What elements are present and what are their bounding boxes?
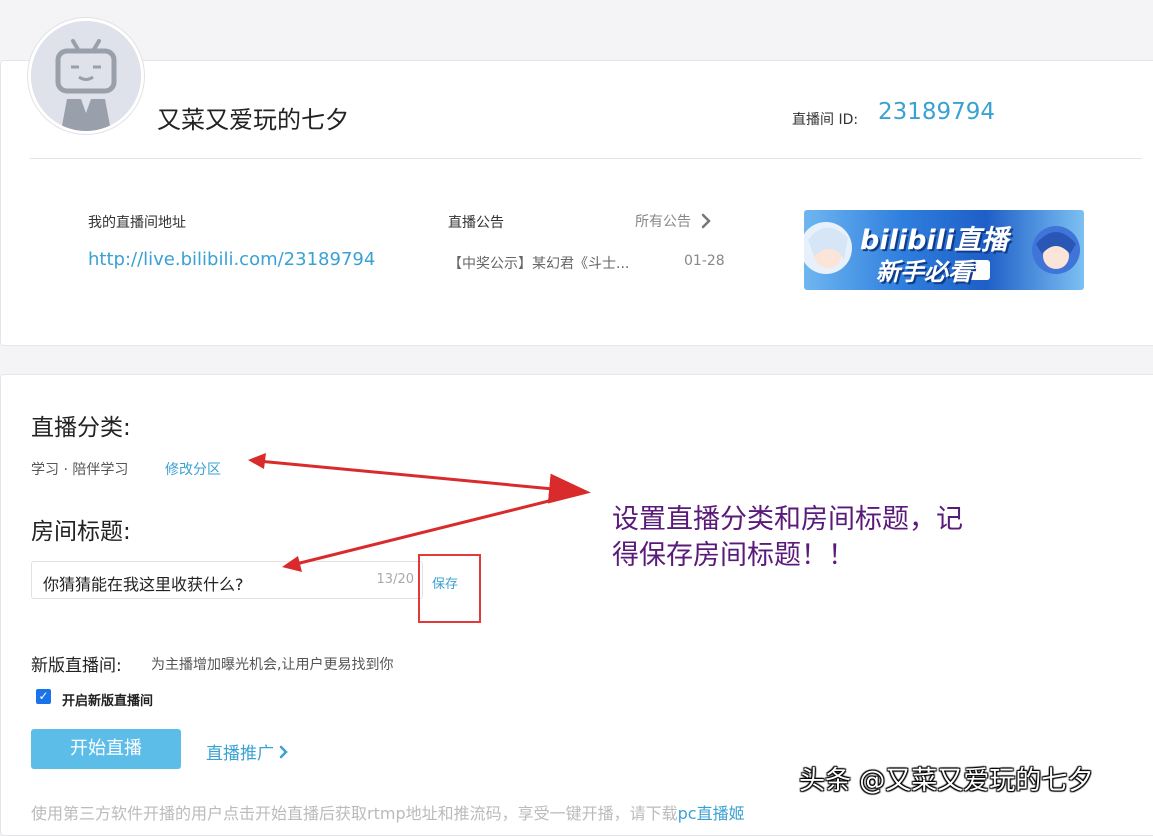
new-room-description: 为主播增加曝光机会,让用户更易找到你 [151, 657, 394, 673]
room-id: 23189794 [878, 99, 996, 125]
annotation-text: 设置直播分类和房间标题，记 得保存房间标题！！ [612, 502, 963, 574]
new-room-checkbox[interactable]: ✓ [36, 689, 51, 704]
download-link[interactable]: pc直播姬 [678, 804, 745, 823]
all-notices-label: 所有公告 [635, 214, 691, 230]
room-title-char-count: 13/20 [376, 572, 414, 587]
room-address-label: 我的直播间地址 [88, 215, 186, 231]
banner-subtitle: 新手必看 [876, 258, 972, 286]
room-title-input-value: 你猜猜能在我这里收获什么? [43, 575, 244, 594]
bottom-note: 使用第三方软件开播的用户点击开始直播后获取rtmp地址和推流码，享受一键开播，请… [31, 800, 745, 824]
new-room-label: 新版直播间: [31, 656, 122, 676]
edit-category-link[interactable]: 修改分区 [165, 459, 221, 479]
new-room-checkbox-label[interactable]: 开启新版直播间 [62, 690, 153, 709]
watermark: 头条 @又菜又爱玩的七夕 [799, 766, 1094, 796]
avatar[interactable] [28, 18, 144, 134]
notice-item[interactable]: 【中奖公示】某幻君《斗士... [448, 253, 629, 273]
check-icon: ✓ [38, 689, 49, 703]
room-title-heading: 房间标题: [31, 519, 131, 545]
chevron-right-icon [701, 213, 711, 229]
category-heading: 直播分类: [31, 415, 131, 441]
divider [30, 158, 1142, 159]
tv-mascot-icon [31, 21, 141, 131]
username: 又菜又爱玩的七夕 [157, 106, 349, 134]
annotation-line-2: 得保存房间标题！！ [612, 540, 855, 571]
room-title-input[interactable]: 你猜猜能在我这里收获什么? 13/20 [31, 561, 423, 599]
annotation-line-1: 设置直播分类和房间标题，记 [612, 504, 963, 535]
chevron-right-icon [280, 745, 289, 759]
start-live-button[interactable]: 开始直播 [31, 729, 181, 769]
notice-date: 01-28 [684, 253, 725, 269]
category-value: 学习 · 陪伴学习 [31, 462, 129, 478]
save-highlight-box [418, 554, 481, 623]
room-address-link[interactable]: http://live.bilibili.com/23189794 [88, 249, 375, 270]
notice-label: 直播公告 [448, 215, 504, 231]
all-notices-link[interactable]: 所有公告 [635, 211, 711, 231]
room-id-label: 直播间 ID: [792, 112, 859, 128]
live-promotion-label: 直播推广 [206, 744, 274, 764]
bottom-note-text: 使用第三方软件开播的用户点击开始直播后获取rtmp地址和推流码，享受一键开播，请… [31, 804, 678, 823]
newbie-guide-banner[interactable]: bilibili直播 新手必看 [804, 210, 1084, 290]
live-promotion-link[interactable]: 直播推广 [206, 739, 289, 764]
